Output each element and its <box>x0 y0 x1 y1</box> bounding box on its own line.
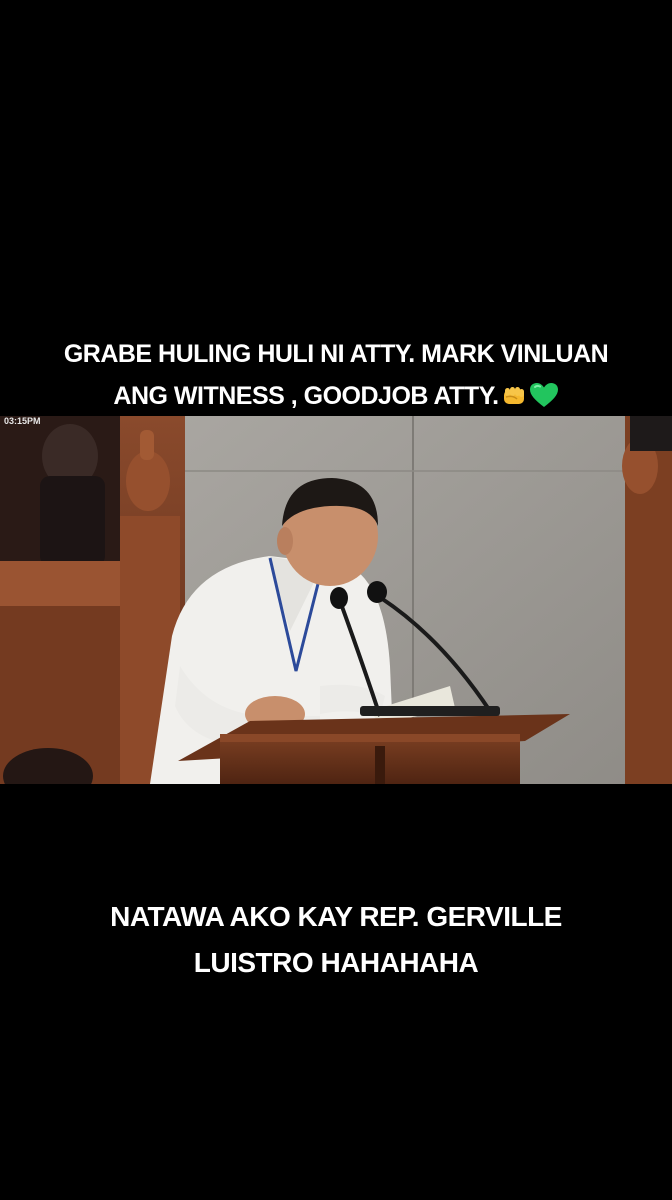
top-caption: GRABE HULING HULI NI ATTY. MARK VINLUAN … <box>0 333 672 421</box>
video-timestamp: 03:15PM <box>4 416 41 426</box>
bottom-caption: NATAWA AKO KAY REP. GERVILLE LUISTRO HAH… <box>0 894 672 986</box>
top-caption-line-1: GRABE HULING HULI NI ATTY. MARK VINLUAN <box>63 340 609 368</box>
green-heart-icon <box>529 379 559 421</box>
bottom-caption-line-1: NATAWA AKO KAY REP. GERVILLE <box>110 901 562 932</box>
top-caption-line-2: ANG WITNESS , GOODJOB ATTY. <box>0 375 672 421</box>
fist-icon <box>501 379 527 421</box>
video-frame[interactable] <box>0 416 672 784</box>
top-caption-line-2-text: ANG WITNESS , GOODJOB ATTY. <box>113 382 499 410</box>
video-scene <box>0 416 672 784</box>
bottom-caption-line-2: LUISTRO HAHAHAHA <box>193 947 479 978</box>
